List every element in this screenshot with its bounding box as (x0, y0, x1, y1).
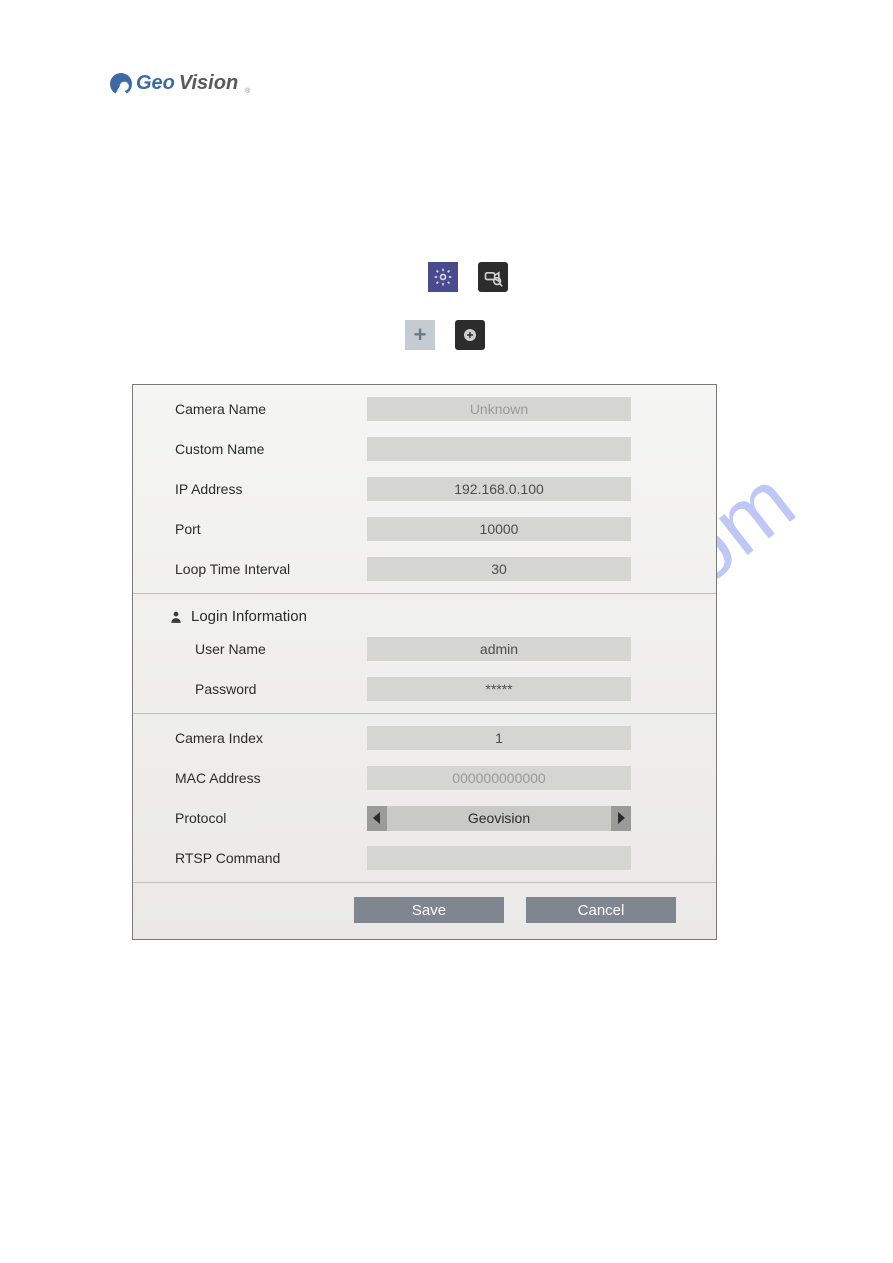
plus-glyph: + (414, 322, 427, 348)
chevron-right-icon[interactable] (611, 806, 631, 831)
logo-registered: ® (244, 88, 251, 95)
camera-search-icon[interactable] (478, 262, 508, 292)
rtsp-command-label: RTSP Command (133, 850, 367, 866)
camera-name-field[interactable]: Unknown (367, 397, 631, 421)
save-button[interactable]: Save (354, 897, 504, 923)
plus-icon[interactable]: + (405, 320, 435, 350)
cancel-button[interactable]: Cancel (526, 897, 676, 923)
custom-name-field[interactable] (367, 437, 631, 461)
mac-address-label: MAC Address (133, 770, 367, 786)
logo-text-geo: Geo (136, 72, 175, 95)
protocol-value: Geovision (468, 810, 530, 826)
custom-name-label: Custom Name (133, 441, 367, 457)
protocol-label: Protocol (133, 810, 367, 826)
logo-mark-icon (110, 73, 132, 95)
settings-icon[interactable] (428, 262, 458, 292)
ip-address-label: IP Address (133, 481, 367, 497)
loop-interval-label: Loop Time Interval (133, 561, 367, 577)
rtsp-command-field[interactable] (367, 846, 631, 870)
geovision-logo: GeoVision ® (110, 72, 251, 95)
port-field[interactable]: 10000 (367, 517, 631, 541)
ip-address-field[interactable]: 192.168.0.100 (367, 477, 631, 501)
login-info-title: Login Information (191, 608, 307, 625)
camera-index-field[interactable]: 1 (367, 726, 631, 750)
protocol-selector[interactable]: Geovision (367, 806, 631, 831)
add-camera-icon[interactable] (455, 320, 485, 350)
user-name-field[interactable]: admin (367, 637, 631, 661)
loop-interval-field[interactable]: 30 (367, 557, 631, 581)
password-field[interactable]: ***** (367, 677, 631, 701)
password-label: Password (133, 681, 367, 697)
camera-name-label: Camera Name (133, 401, 367, 417)
logo-text-vision: Vision (179, 72, 238, 95)
user-icon (169, 609, 183, 625)
mac-address-field[interactable]: 000000000000 (367, 766, 631, 790)
camera-index-label: Camera Index (133, 730, 367, 746)
user-name-label: User Name (133, 641, 367, 657)
port-label: Port (133, 521, 367, 537)
chevron-left-icon[interactable] (367, 806, 387, 831)
add-camera-dialog: Camera Name Unknown Custom Name IP Addre… (132, 384, 717, 940)
login-info-header: Login Information (133, 598, 716, 629)
